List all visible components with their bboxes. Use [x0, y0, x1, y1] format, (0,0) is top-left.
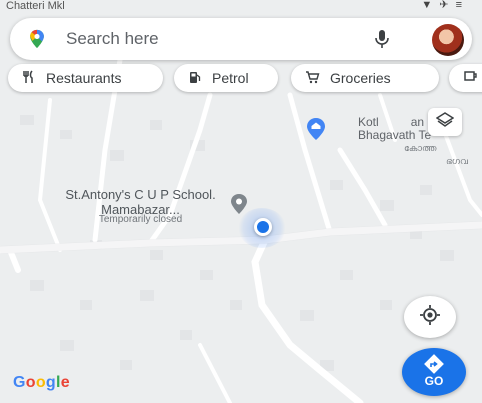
go-button[interactable]: GO — [402, 348, 466, 396]
search-bar[interactable]: Search here — [10, 18, 472, 60]
cart-icon — [305, 70, 320, 87]
koth-line1: Kotl — [358, 115, 379, 129]
profile-avatar[interactable] — [432, 24, 464, 56]
mic-icon[interactable] — [374, 29, 390, 54]
search-input[interactable]: Search here — [66, 29, 159, 49]
koth-line1b: an — [410, 115, 425, 129]
category-chips: Restaurants Petrol Groceries — [0, 64, 482, 94]
koth-line4: ഭഗവ — [446, 156, 468, 166]
layers-icon — [435, 111, 455, 133]
maps-pin-icon — [26, 28, 48, 55]
status-strip: Chatteri Mkl ▼ ✈ ≡ — [0, 0, 482, 14]
google-logo: Google — [13, 374, 70, 391]
my-location-icon — [419, 304, 441, 331]
chip-label: Restaurants — [46, 70, 122, 86]
chip-label: Groceries — [330, 70, 391, 86]
fuel-icon — [188, 70, 202, 87]
koth-line3: കോത്ത — [404, 143, 437, 153]
place-label-kothakulam[interactable]: Kotl an Bhagavath Te കോത്ത ഭഗവ — [358, 116, 482, 168]
current-location-dot[interactable] — [254, 218, 272, 236]
map-canvas[interactable]: Chatteri Mkl ▼ ✈ ≡ Search here Restauran… — [0, 0, 482, 403]
chip-restaurants[interactable]: Restaurants — [8, 64, 163, 92]
chip-label: Petrol — [212, 70, 249, 86]
koth-line2: Bhagavath Te — [358, 128, 432, 142]
coffee-icon — [463, 70, 478, 86]
place-of-worship-icon[interactable] — [305, 117, 327, 146]
restaurant-icon — [22, 69, 36, 87]
top-place-label: Chatteri Mkl — [6, 0, 65, 12]
poi-name[interactable]: St.Antony's C U P School. Mamabazar... — [48, 187, 233, 217]
go-label: GO — [424, 374, 444, 388]
chip-coffee[interactable] — [449, 64, 482, 92]
poi-status: Temporarily closed — [98, 214, 183, 225]
my-location-button[interactable] — [404, 296, 456, 338]
chip-groceries[interactable]: Groceries — [291, 64, 439, 92]
layers-button[interactable] — [428, 108, 462, 136]
status-icons: ▼ ✈ ≡ — [421, 0, 464, 11]
chip-petrol[interactable]: Petrol — [174, 64, 278, 92]
